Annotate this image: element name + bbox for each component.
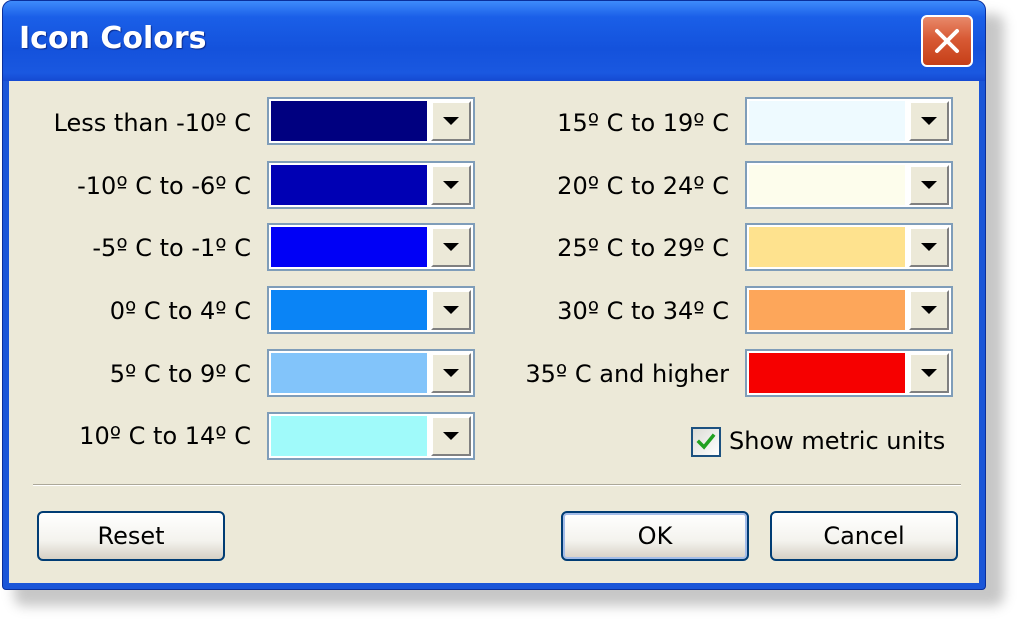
chevron-down-icon [443,181,459,189]
color-swatch [271,290,427,330]
dropdown-button[interactable] [431,416,471,456]
reset-button[interactable]: Reset [37,511,225,561]
color-combo-left-4[interactable] [267,286,475,334]
color-combo-right-5[interactable] [745,349,953,397]
color-swatch [271,101,427,141]
color-combo-right-1[interactable] [745,97,953,145]
left-row-label-5: 5º C to 9º C [109,360,251,388]
chevron-down-icon [443,306,459,314]
color-combo-right-2[interactable] [745,161,953,209]
left-row-label-3: -5º C to -1º C [92,234,251,262]
right-row-label-4: 30º C to 34º C [557,297,729,325]
left-row-label-1: Less than -10º C [53,109,251,137]
color-combo-left-3[interactable] [267,223,475,271]
right-row-label-3: 25º C to 29º C [557,234,729,262]
window-title: Icon Colors [19,21,207,56]
color-swatch [271,416,427,456]
ok-button[interactable]: OK [561,511,749,561]
dropdown-button[interactable] [431,290,471,330]
dropdown-button[interactable] [431,227,471,267]
color-swatch [271,165,427,205]
dropdown-button[interactable] [909,227,949,267]
chevron-down-icon [443,117,459,125]
dropdown-button[interactable] [431,165,471,205]
color-swatch [749,165,905,205]
left-row-label-4: 0º C to 4º C [109,297,251,325]
color-combo-left-5[interactable] [267,349,475,397]
cancel-button[interactable]: Cancel [770,511,958,561]
color-swatch [749,353,905,393]
show-metric-units-label[interactable]: Show metric units [729,427,945,455]
dropdown-button[interactable] [431,101,471,141]
dropdown-button[interactable] [909,290,949,330]
dropdown-button[interactable] [909,353,949,393]
color-swatch [749,227,905,267]
chevron-down-icon [443,369,459,377]
color-swatch [271,353,427,393]
right-row-label-2: 20º C to 24º C [557,172,729,200]
dropdown-button[interactable] [909,165,949,205]
right-row-label-1: 15º C to 19º C [557,109,729,137]
chevron-down-icon [921,117,937,125]
color-combo-right-4[interactable] [745,286,953,334]
color-swatch [749,290,905,330]
color-combo-left-2[interactable] [267,161,475,209]
dropdown-button[interactable] [909,101,949,141]
left-row-label-2: -10º C to -6º C [77,172,251,200]
color-combo-left-1[interactable] [267,97,475,145]
title-bar[interactable]: Icon Colors [3,1,985,81]
chevron-down-icon [921,306,937,314]
chevron-down-icon [921,243,937,251]
close-button[interactable] [921,15,973,67]
color-combo-left-6[interactable] [267,412,475,460]
chevron-down-icon [443,243,459,251]
chevron-down-icon [921,181,937,189]
dropdown-button[interactable] [431,353,471,393]
left-row-label-6: 10º C to 14º C [79,422,251,450]
dialog-window: Icon Colors Less than -10º C -10º C to -… [2,0,986,590]
right-row-label-5: 35º C and higher [525,360,729,388]
divider [33,484,961,486]
show-metric-units-checkbox[interactable] [691,427,721,457]
dialog-content: Less than -10º C -10º C to -6º C -5º C t… [9,81,979,583]
chevron-down-icon [443,432,459,440]
color-swatch [271,227,427,267]
chevron-down-icon [921,369,937,377]
color-swatch [749,101,905,141]
close-icon [935,29,959,53]
checkmark-icon [696,433,716,450]
color-combo-right-3[interactable] [745,223,953,271]
